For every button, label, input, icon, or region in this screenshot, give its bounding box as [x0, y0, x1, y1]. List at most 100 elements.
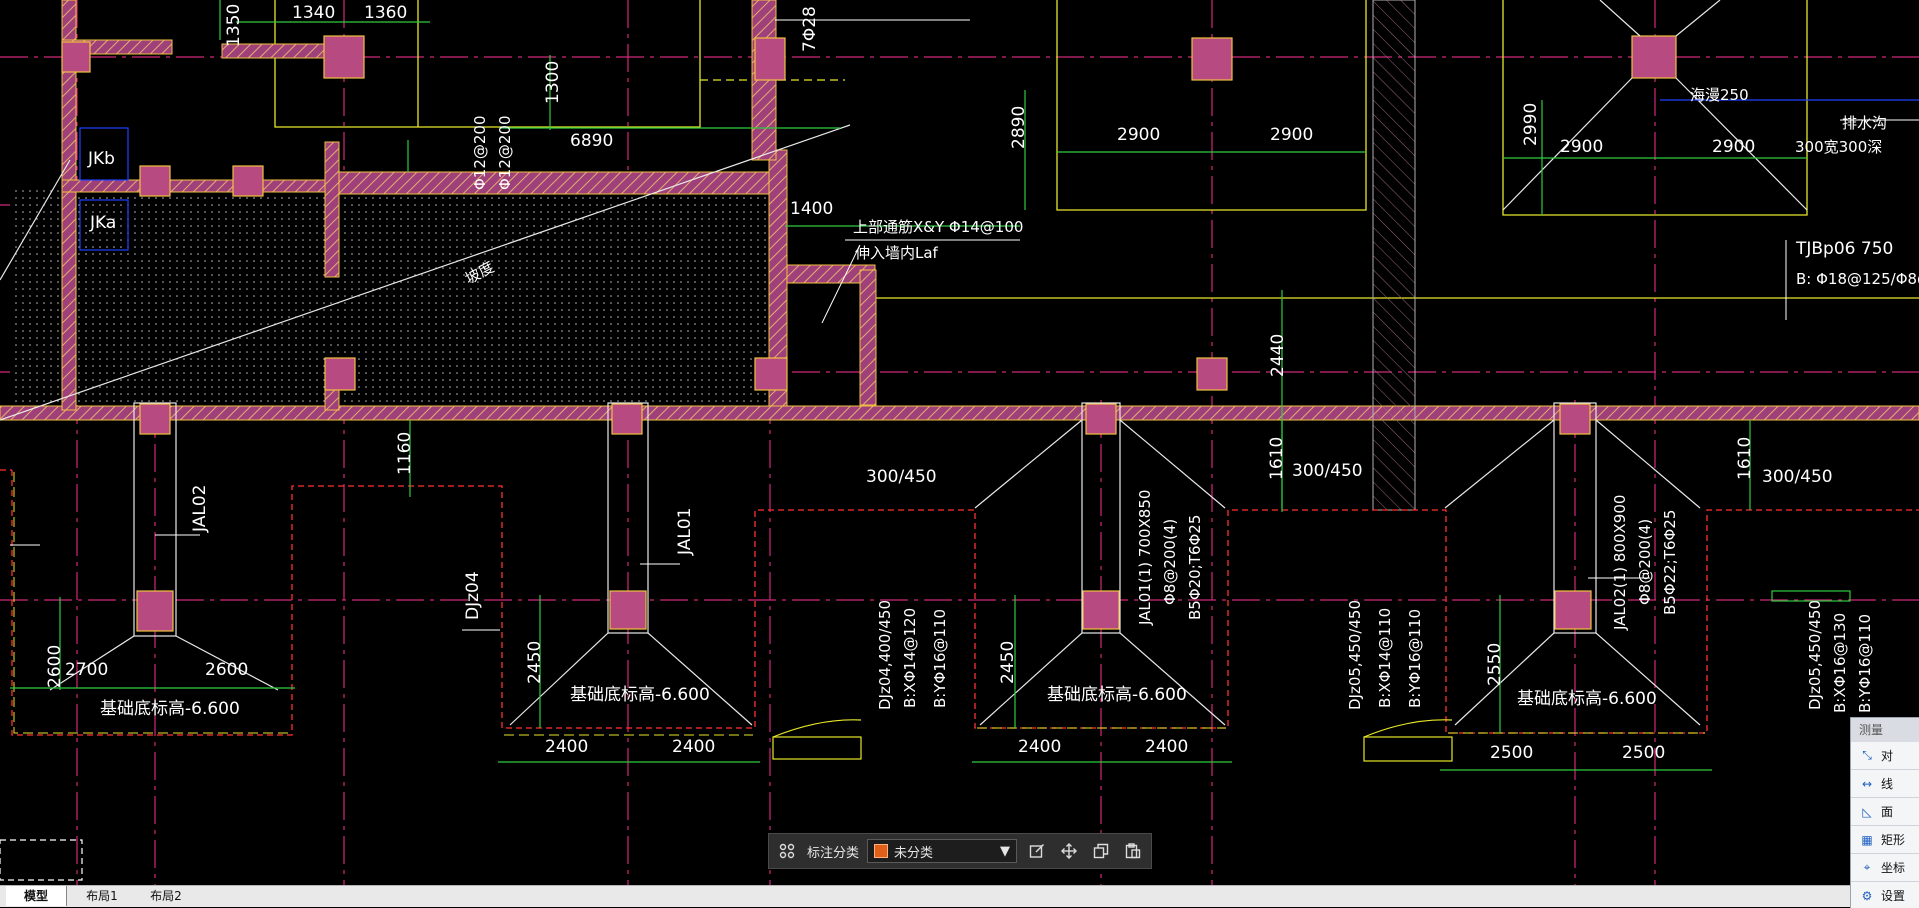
dim-2700: 2700 — [65, 660, 108, 680]
dim-1400: 1400 — [790, 199, 833, 219]
dim-2400-b: 2400 — [672, 737, 715, 757]
dim-2600-a: 2600 — [45, 645, 65, 688]
dim-2900-a: 2900 — [1117, 125, 1160, 145]
measure-item-label: 面 — [1881, 805, 1894, 819]
core-wall-hatch — [1372, 0, 1416, 511]
rectangle-measure-icon: ▦ — [1861, 832, 1873, 847]
align-measure-icon: ⤡ — [1862, 748, 1872, 762]
paste-icon[interactable] — [1121, 839, 1145, 863]
dim-1610-a: 1610 — [1267, 437, 1287, 480]
category-select[interactable]: 未分类 ▼ — [867, 839, 1018, 863]
dim-6890: 6890 — [570, 131, 613, 151]
dim-300-450-a: 300/450 — [866, 467, 937, 487]
dim-1360: 1360 — [364, 3, 407, 23]
label-dj3-type: DJz05,450/450 — [1806, 600, 1824, 710]
dim-2900-b: 2900 — [1270, 125, 1313, 145]
dim-2500-a: 2500 — [1490, 743, 1533, 763]
area-measure-icon: ◺ — [1862, 804, 1872, 819]
label-dj2-y: B:YΦ16@110 — [1406, 609, 1424, 708]
label-dj3-x: B:XΦ16@130 — [1831, 613, 1849, 713]
measure-item-label: 对 — [1881, 749, 1894, 763]
label-extend-laf: 伸入墙内Laf — [855, 244, 939, 262]
label-dj2-type: DJz05,450/450 — [1346, 600, 1364, 710]
label-base-elevation-2: 基础底标高-6.600 — [570, 685, 710, 705]
measure-item-align[interactable]: ⤡ 对 — [1851, 742, 1919, 770]
label-rebar-phi12: Φ12@200 — [471, 115, 489, 190]
label-base-elevation-4: 基础底标高-6.600 — [1517, 689, 1657, 709]
measure-item-coordinate[interactable]: ⌖ 坐标 — [1851, 854, 1919, 882]
dim-1340: 1340 — [292, 3, 335, 23]
dim-1300: 1300 — [543, 61, 563, 104]
label-drain-size: 300宽300深 — [1795, 138, 1882, 156]
dim-300-450-b: 300/450 — [1292, 461, 1363, 481]
copy-icon[interactable] — [1089, 839, 1113, 863]
raft-slab-area — [10, 190, 775, 405]
move-icon[interactable] — [1057, 839, 1081, 863]
label-jal01-size: JAL01(1) 700X850 — [1136, 490, 1154, 626]
tab-layout1[interactable]: 布局1 — [72, 886, 132, 906]
dim-1610-b: 1610 — [1735, 437, 1755, 480]
label-tjbp-b: B: Φ18@125/Φ8@ — [1796, 270, 1919, 288]
measure-item-area[interactable]: ◺ 面 — [1851, 798, 1919, 826]
label-dj1-x: B:XΦ14@120 — [901, 608, 919, 708]
label-dj2-x: B:XΦ14@110 — [1376, 608, 1394, 708]
label-rebar-phi12-b: Φ12@200 — [496, 115, 514, 190]
label-dj3-y: B:YΦ16@110 — [1856, 614, 1874, 713]
dim-2550: 2550 — [1485, 643, 1505, 686]
dim-2900-d: 2900 — [1712, 137, 1755, 157]
coordinate-icon: ⌖ — [1863, 860, 1871, 874]
dim-2400-c: 2400 — [1018, 737, 1061, 757]
layout-tab-bar: 模型 布局1 布局2 — [0, 885, 1919, 907]
dim-1160: 1160 — [395, 432, 415, 475]
label-base-elevation-3: 基础底标高-6.600 — [1047, 685, 1187, 705]
tab-model[interactable]: 模型 — [6, 886, 67, 906]
dim-300-450-c: 300/450 — [1762, 467, 1833, 487]
measure-item-label: 设置 — [1881, 889, 1906, 903]
annotation-toolbar: 标注分类 未分类 ▼ — [768, 833, 1152, 869]
footing-outlines-yellow — [13, 472, 1705, 736]
measure-panel: 测量 ⤡ 对 ↔ 线 ◺ 面 ▦ 矩形 ⌖ 坐标 ⚙ 设置 — [1850, 717, 1919, 908]
label-jal01: JAL01 — [675, 508, 695, 556]
label-haiyan: 海漫250 — [1690, 86, 1749, 104]
measure-item-label: 线 — [1881, 777, 1894, 791]
label-jka: JKa — [89, 213, 116, 233]
label-7phi28: 7Φ28 — [800, 6, 820, 52]
grid-icon[interactable] — [775, 839, 799, 863]
dim-2450-b: 2450 — [998, 641, 1018, 684]
label-drain: 排水沟 — [1842, 114, 1887, 132]
cad-drawing-canvas[interactable]: 1350 1340 1360 1300 6890 1400 2890 2900 … — [0, 0, 1919, 885]
measure-item-settings[interactable]: ⚙ 设置 — [1851, 882, 1919, 908]
label-jal02-rebar: B5Φ22;T6Φ25 — [1661, 510, 1679, 615]
measure-panel-title: 测量 — [1851, 718, 1919, 742]
label-tjbp: TJBp06 750 — [1795, 239, 1893, 259]
settings-icon: ⚙ — [1861, 888, 1873, 903]
label-jal02: JAL02 — [190, 485, 210, 533]
dim-2450-a: 2450 — [525, 641, 545, 684]
dim-2900-c: 2900 — [1560, 137, 1603, 157]
category-label: 标注分类 — [807, 845, 860, 861]
category-value: 未分类 — [894, 845, 934, 861]
label-dj1-y: B:YΦ16@110 — [931, 609, 949, 708]
tab-layout2[interactable]: 布局2 — [136, 886, 196, 906]
label-jal02-stirrup: Φ8@200(4) — [1636, 519, 1654, 605]
label-dj1-type: DJz04,400/450 — [876, 600, 894, 710]
label-jal01-stirrup: Φ8@200(4) — [1161, 519, 1179, 605]
slope-symbols — [0, 719, 1453, 881]
dim-2890: 2890 — [1009, 106, 1029, 149]
dim-2600-b: 2600 — [205, 660, 248, 680]
dim-2440: 2440 — [1268, 334, 1288, 377]
dim-2400-a: 2400 — [545, 737, 588, 757]
label-jal01-rebar: B5Φ20;T6Φ25 — [1186, 515, 1204, 620]
dim-1350: 1350 — [224, 4, 244, 47]
label-top-rebar: 上部通筋X&Y Φ14@100 — [853, 218, 1023, 236]
measure-item-label: 矩形 — [1881, 833, 1906, 847]
label-jkb: JKb — [87, 149, 115, 169]
dim-2990: 2990 — [1521, 103, 1541, 146]
dim-2500-b: 2500 — [1622, 743, 1665, 763]
measure-item-rect[interactable]: ▦ 矩形 — [1851, 826, 1919, 854]
measure-item-linear[interactable]: ↔ 线 — [1851, 770, 1919, 798]
category-color-swatch — [874, 844, 889, 858]
edit-icon[interactable] — [1025, 839, 1049, 863]
label-djz04: DJz04 — [463, 571, 483, 620]
linear-measure-icon: ↔ — [1861, 776, 1873, 791]
